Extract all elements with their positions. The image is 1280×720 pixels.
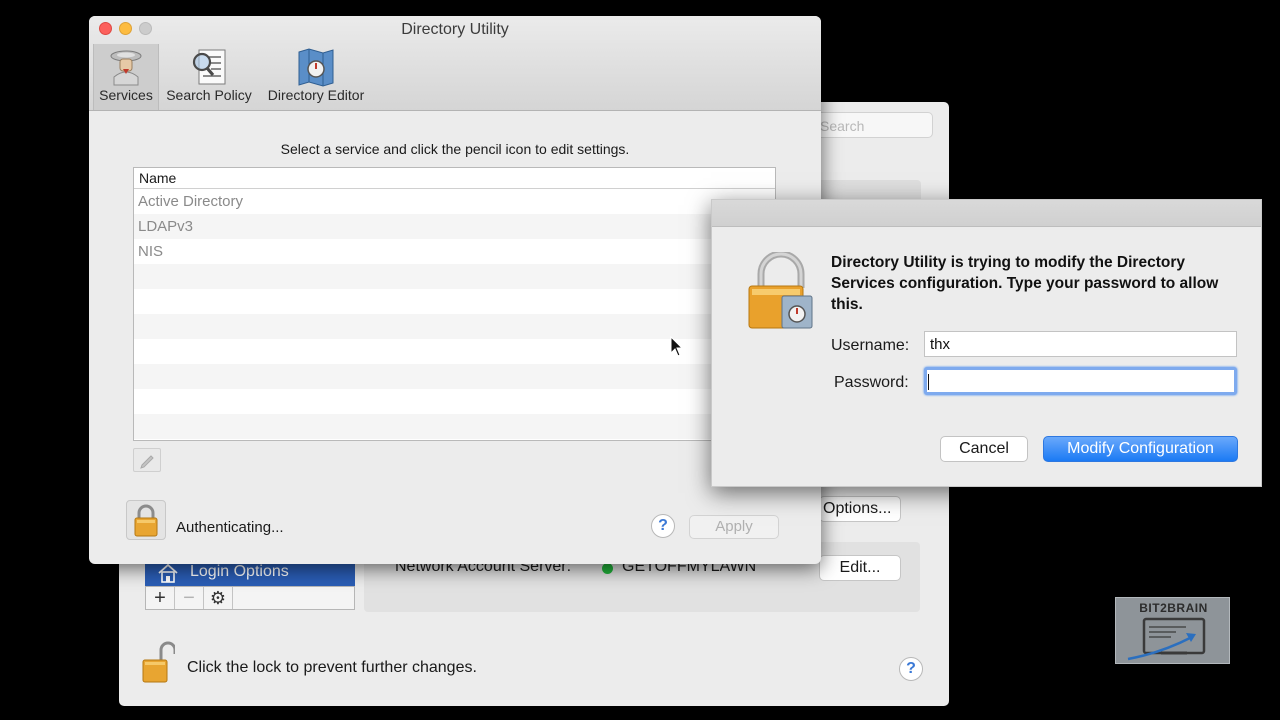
sidebar-item-label: Login Options <box>190 563 289 580</box>
toolbar-services[interactable]: Services <box>93 44 159 110</box>
cancel-button[interactable]: Cancel <box>940 436 1028 462</box>
column-header-name[interactable]: Name <box>134 168 775 189</box>
search-field[interactable]: Search <box>811 112 933 138</box>
table-row <box>134 389 775 414</box>
toolbar-search-policy-label: Search Policy <box>166 87 252 103</box>
instruction-text: Select a service and click the pencil ic… <box>280 141 630 157</box>
table-row[interactable]: LDAPv3 <box>134 214 775 239</box>
mouse-pointer-icon <box>670 336 684 357</box>
table-row[interactable]: Active Directory <box>134 189 775 214</box>
lock-message: Click the lock to prevent further change… <box>187 659 477 676</box>
modify-configuration-button[interactable]: Modify Configuration <box>1043 436 1238 462</box>
options-button[interactable]: Options... <box>819 496 901 522</box>
edit-pencil-button[interactable] <box>133 448 161 472</box>
remove-button[interactable]: − <box>175 587 204 609</box>
table-body: Active Directory LDAPv3 NIS <box>134 189 775 439</box>
add-button[interactable]: + <box>146 587 175 609</box>
unlocked-lock-icon[interactable] <box>141 640 175 684</box>
services-table: Name Active Directory LDAPv3 NIS <box>133 167 776 441</box>
table-row <box>134 264 775 289</box>
toolbar-directory-editor[interactable]: Directory Editor <box>261 44 371 110</box>
password-label: Password: <box>834 374 909 391</box>
bit2brain-logo: BIT2BRAIN <box>1115 597 1230 664</box>
apply-button[interactable]: Apply <box>689 515 779 539</box>
lock-icon <box>748 252 813 329</box>
edit-button[interactable]: Edit... <box>819 555 901 581</box>
password-field[interactable] <box>924 367 1237 395</box>
authentication-dialog: Directory Utility is trying to modify th… <box>711 199 1262 487</box>
logo-text: BIT2BRAIN <box>1139 601 1208 615</box>
status-dot-icon <box>602 563 613 574</box>
lock-button[interactable] <box>126 500 166 540</box>
pencil-icon <box>140 455 154 469</box>
toolbar-directory-editor-label: Directory Editor <box>267 87 365 103</box>
window-title: Directory Utility <box>401 21 509 38</box>
window-titlebar: Directory Utility Services Search Policy… <box>89 16 821 111</box>
directory-editor-icon <box>298 48 334 87</box>
table-row <box>134 289 775 314</box>
services-icon <box>110 50 142 86</box>
house-icon <box>158 563 178 583</box>
username-field[interactable] <box>924 331 1237 357</box>
text-caret <box>928 374 929 390</box>
help-button[interactable]: ? <box>899 657 923 681</box>
dialog-titlebar <box>712 200 1261 227</box>
monitor-icon <box>1127 617 1206 661</box>
sidebar-controls: + − ⚙ <box>145 586 355 610</box>
locked-lock-icon <box>134 504 158 537</box>
table-row[interactable]: NIS <box>134 239 775 264</box>
help-button[interactable]: ? <box>651 514 675 538</box>
toolbar-services-label: Services <box>99 87 153 103</box>
gear-icon[interactable]: ⚙ <box>204 587 233 609</box>
username-label: Username: <box>831 337 910 354</box>
auth-message: Directory Utility is trying to modify th… <box>831 254 1219 313</box>
toolbar-search-policy[interactable]: Search Policy <box>161 44 257 110</box>
table-row <box>134 414 775 439</box>
search-policy-icon <box>192 49 226 85</box>
authenticating-status: Authenticating... <box>176 519 284 536</box>
table-row <box>134 364 775 389</box>
